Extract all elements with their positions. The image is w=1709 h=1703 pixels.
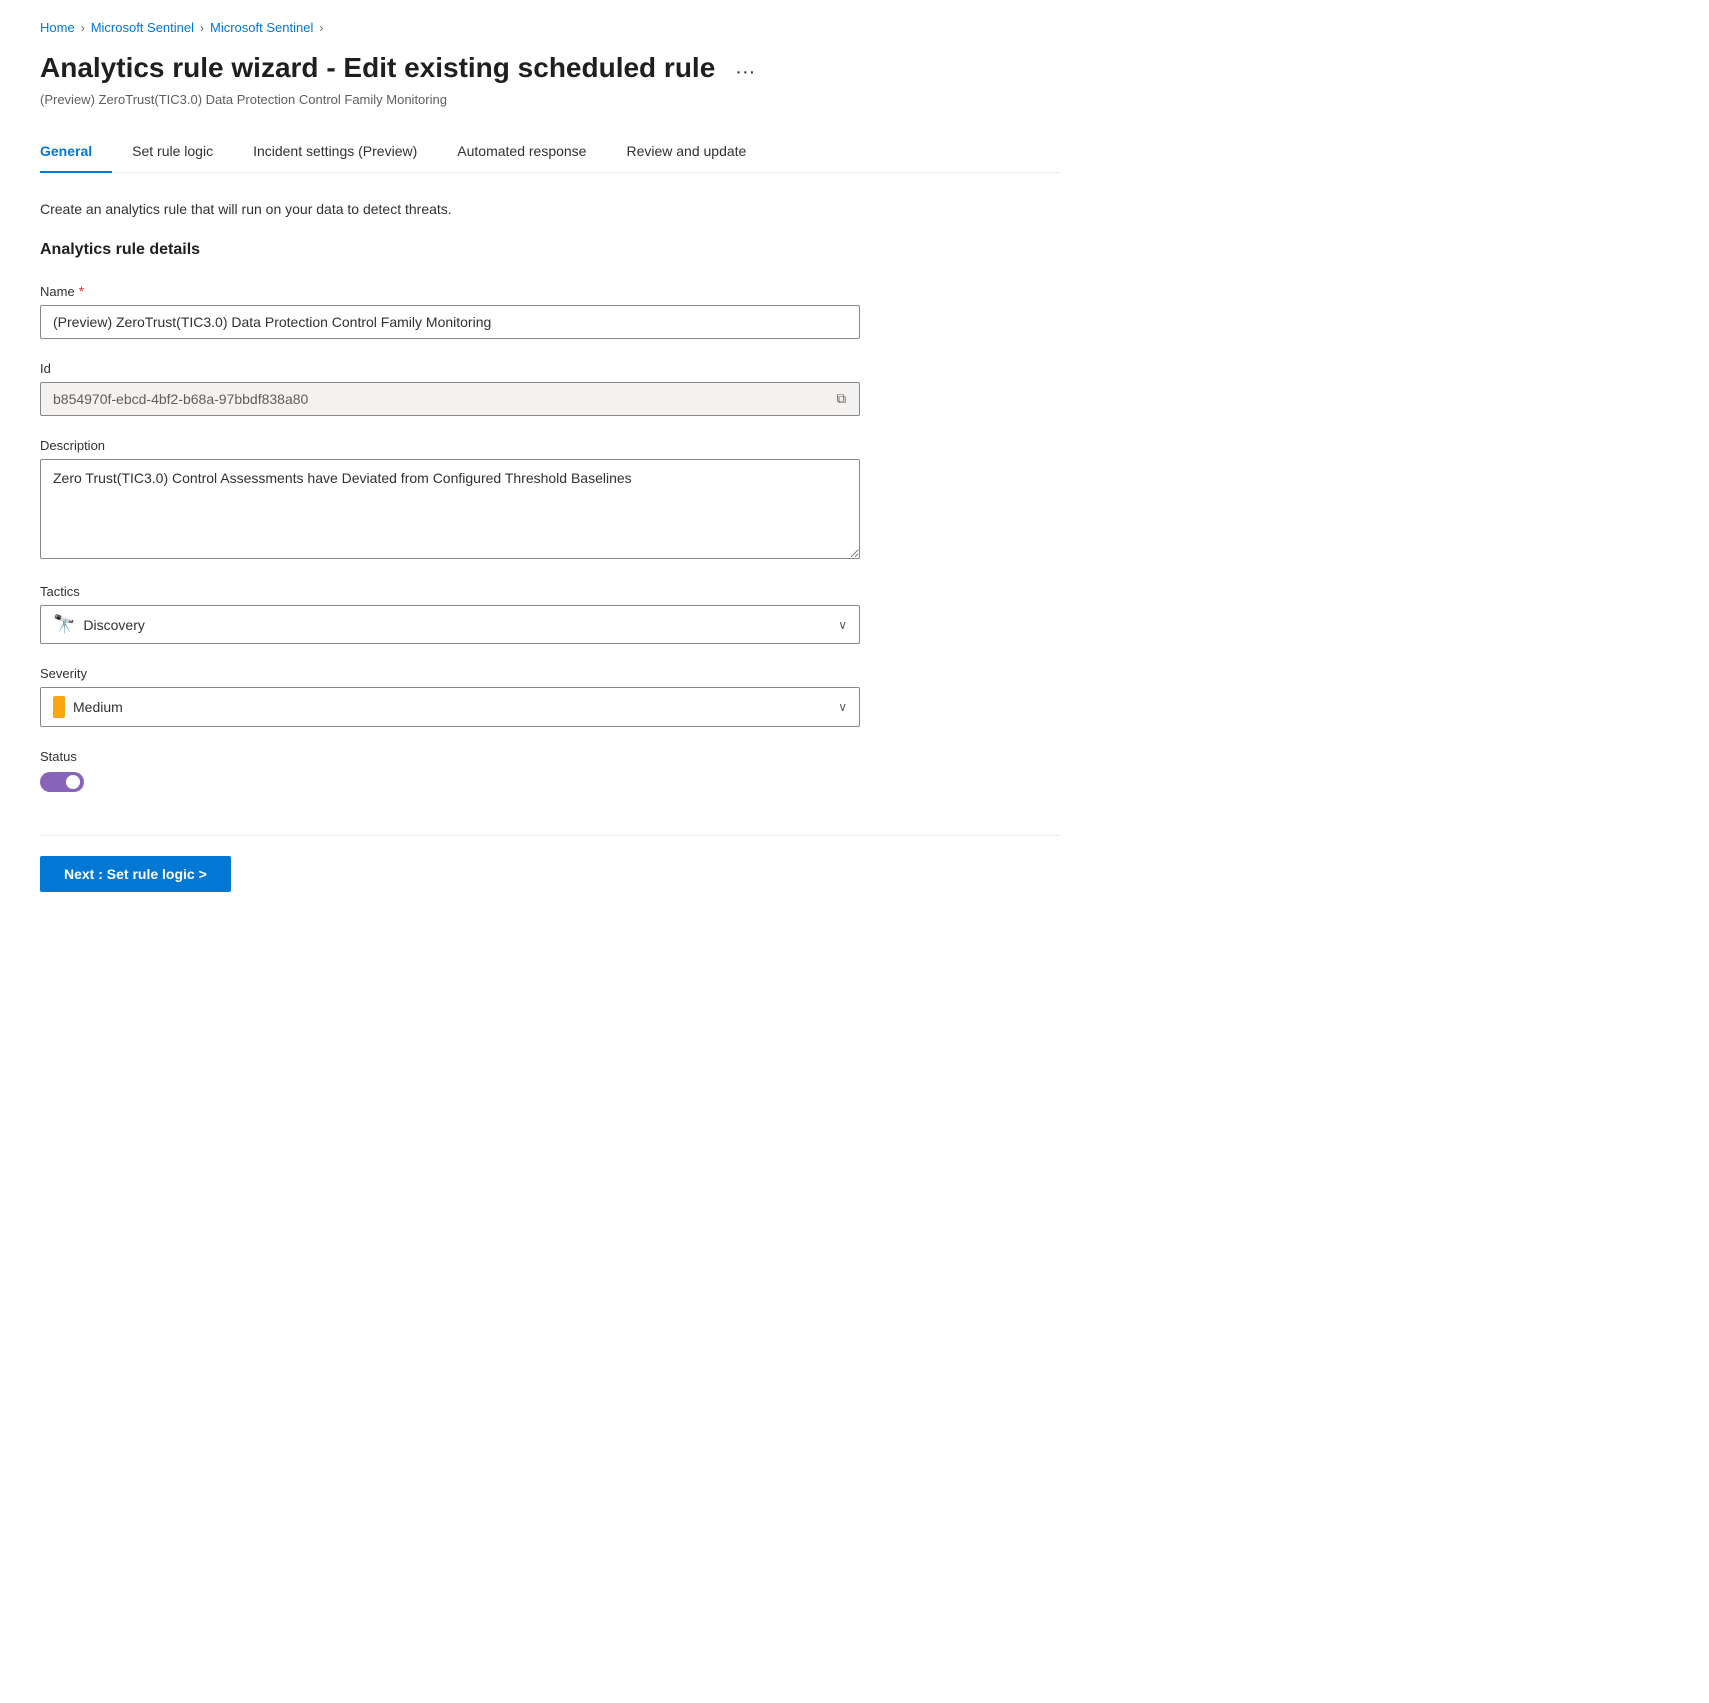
severity-text: Medium	[73, 699, 123, 715]
copy-id-button[interactable]: ⧉	[832, 387, 850, 411]
status-toggle[interactable]	[40, 772, 84, 792]
breadcrumb-sep-3: ›	[319, 21, 323, 35]
breadcrumb: Home › Microsoft Sentinel › Microsoft Se…	[40, 20, 1060, 35]
id-input	[40, 382, 860, 416]
page-header: Analytics rule wizard - Edit existing sc…	[40, 51, 1060, 88]
next-button[interactable]: Next : Set rule logic >	[40, 856, 231, 892]
tactics-dropdown[interactable]: 🔭 Discovery ∨	[40, 605, 860, 644]
form-intro-text: Create an analytics rule that will run o…	[40, 201, 1060, 217]
status-label: Status	[40, 749, 860, 764]
tabs-nav: General Set rule logic Incident settings…	[40, 131, 1060, 173]
bottom-bar: Next : Set rule logic >	[40, 835, 1060, 892]
page-title: Analytics rule wizard - Edit existing sc…	[40, 51, 715, 85]
chevron-down-icon: ∨	[838, 700, 847, 714]
breadcrumb-sentinel-2[interactable]: Microsoft Sentinel	[210, 20, 313, 35]
tactics-icon: 🔭	[53, 614, 75, 635]
description-label: Description	[40, 438, 860, 453]
more-options-button[interactable]: ···	[727, 57, 763, 88]
tab-set-rule-logic[interactable]: Set rule logic	[112, 131, 233, 173]
page-subtitle: (Preview) ZeroTrust(TIC3.0) Data Protect…	[40, 92, 1060, 107]
description-textarea[interactable]: Zero Trust(TIC3.0) Control Assessments h…	[40, 459, 860, 559]
toggle-thumb	[66, 775, 80, 789]
severity-field-group: Severity Medium ∨	[40, 666, 860, 727]
name-label: Name *	[40, 283, 860, 299]
form-content: Create an analytics rule that will run o…	[40, 201, 1060, 795]
tactics-value: 🔭 Discovery	[53, 614, 145, 635]
name-field-group: Name *	[40, 283, 860, 339]
breadcrumb-sep-1: ›	[81, 21, 85, 35]
tab-review-and-update[interactable]: Review and update	[606, 131, 766, 173]
section-title: Analytics rule details	[40, 241, 1060, 259]
tab-incident-settings[interactable]: Incident settings (Preview)	[233, 131, 437, 173]
required-indicator: *	[79, 283, 84, 299]
severity-label: Severity	[40, 666, 860, 681]
tactics-label: Tactics	[40, 584, 860, 599]
tactics-dropdown-wrapper: 🔭 Discovery ∨	[40, 605, 860, 644]
id-field-wrapper: ⧉	[40, 382, 860, 416]
breadcrumb-sentinel-1[interactable]: Microsoft Sentinel	[91, 20, 194, 35]
copy-icon: ⧉	[836, 391, 846, 407]
severity-dropdown-wrapper: Medium ∨	[40, 687, 860, 727]
status-toggle-area	[40, 772, 860, 795]
id-label: Id	[40, 361, 860, 376]
breadcrumb-home[interactable]: Home	[40, 20, 75, 35]
tab-general[interactable]: General	[40, 131, 112, 173]
description-field-group: Description Zero Trust(TIC3.0) Control A…	[40, 438, 860, 562]
breadcrumb-sep-2: ›	[200, 21, 204, 35]
severity-dropdown[interactable]: Medium ∨	[40, 687, 860, 727]
tactics-field-group: Tactics 🔭 Discovery ∨	[40, 584, 860, 644]
name-input[interactable]	[40, 305, 860, 339]
tab-automated-response[interactable]: Automated response	[437, 131, 606, 173]
page-container: Home › Microsoft Sentinel › Microsoft Se…	[0, 0, 1100, 932]
severity-color-indicator	[53, 696, 65, 718]
id-field-group: Id ⧉	[40, 361, 860, 416]
tactics-text: Discovery	[83, 617, 144, 633]
status-field-group: Status	[40, 749, 860, 795]
severity-value: Medium	[53, 696, 123, 718]
chevron-down-icon: ∨	[838, 618, 847, 632]
